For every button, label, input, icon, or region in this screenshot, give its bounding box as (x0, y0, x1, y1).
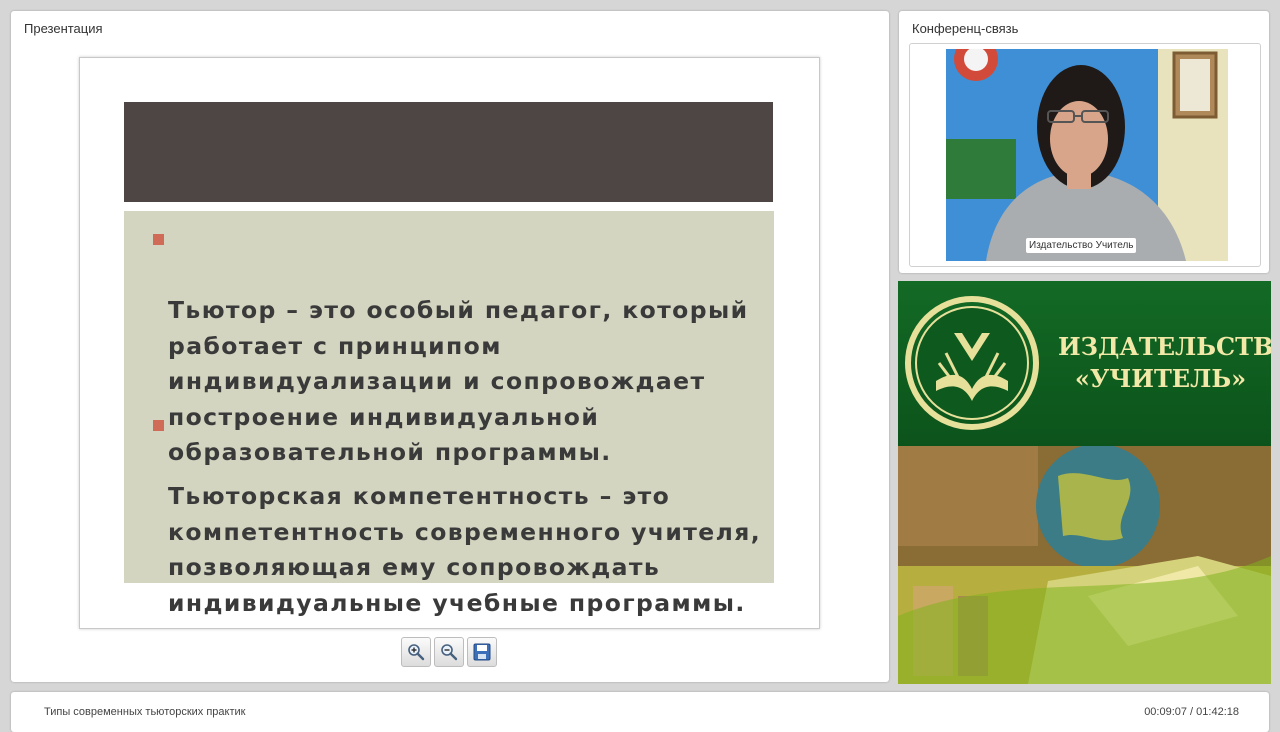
publisher-banner-top: ИЗДАТЕЛЬСТВО «УЧИТЕЛЬ» (898, 281, 1271, 446)
zoom-out-button[interactable] (434, 637, 464, 667)
player-footer: Типы современных тьюторских практик 00:0… (11, 692, 1269, 732)
conference-panel: Конференц-связь Издательство Учитель (899, 11, 1269, 273)
books-globe-illustration (898, 444, 1271, 684)
presentation-panel-title: Презентация (24, 21, 103, 36)
save-icon (473, 643, 491, 661)
bullet-square-icon (153, 420, 164, 431)
video-container[interactable]: Издательство Учитель (909, 43, 1261, 267)
zoom-in-icon (408, 644, 425, 661)
publisher-name: ИЗДАТЕЛЬСТВО «УЧИТЕЛЬ» (1058, 332, 1271, 393)
publisher-banner: ИЗДАТЕЛЬСТВО «УЧИТЕЛЬ» (898, 281, 1271, 684)
presentation-panel: Презентация Тьютор – это особый педагог,… (11, 11, 889, 682)
presentation-slide: Тьютор – это особый педагог, который раб… (79, 57, 820, 629)
lecture-title: Типы современных тьюторских практик (44, 706, 246, 718)
zoom-in-button[interactable] (401, 637, 431, 667)
participant-name-label: Издательство Учитель (1026, 238, 1137, 253)
save-button[interactable] (467, 637, 497, 667)
conference-panel-title: Конференц-связь (912, 21, 1019, 36)
slide-body: Тьютор – это особый педагог, который раб… (124, 211, 774, 617)
slide-header-bar (124, 102, 773, 202)
books-globe-image (898, 444, 1271, 684)
bullet-square-icon (153, 234, 164, 245)
playback-timecode: 00:09:07 / 01:42:18 (1144, 706, 1239, 718)
slide-bullet: Тьюторская компетентность – это компетен… (153, 408, 762, 621)
publisher-logo (905, 296, 1039, 430)
zoom-out-icon (441, 644, 458, 661)
slide-bullet-text: Тьюторская компетентность – это компетен… (168, 482, 762, 617)
webcam-video: Издательство Учитель (946, 49, 1228, 261)
speaker-video-image (946, 49, 1228, 261)
